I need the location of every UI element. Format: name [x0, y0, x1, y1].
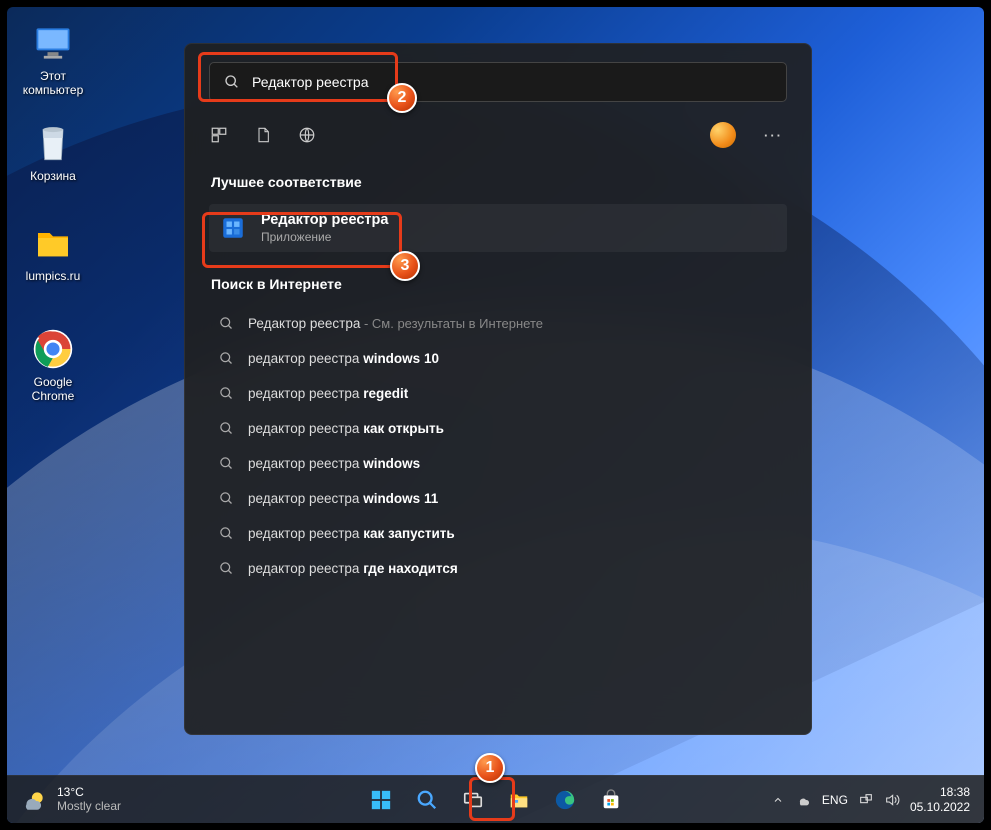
desktop-icon-label: GoogleChrome — [15, 375, 91, 403]
best-match-result[interactable]: Редактор реестра Приложение — [209, 204, 787, 252]
clock[interactable]: 18:38 05.10.2022 — [910, 785, 970, 814]
bin-icon — [31, 121, 75, 165]
network-icon[interactable] — [858, 792, 874, 808]
edge-button[interactable] — [545, 780, 585, 820]
user-avatar[interactable] — [710, 122, 736, 148]
best-match-title: Редактор реестра — [261, 212, 388, 228]
web-result[interactable]: редактор реестра как открыть — [209, 411, 787, 446]
web-result-text: редактор реестра как открыть — [248, 421, 444, 436]
weather-temp: 13°C — [57, 786, 121, 800]
language-indicator[interactable]: ENG — [822, 793, 848, 807]
desktop-icon-pc[interactable]: Этоткомпьютер — [15, 21, 91, 97]
web-result-text: редактор реестра windows — [248, 456, 420, 471]
weather-widget[interactable]: 13°C Mostly clear — [7, 786, 121, 814]
search-icon — [219, 561, 234, 576]
folder-icon — [31, 221, 75, 265]
weather-icon — [21, 787, 47, 813]
web-result[interactable]: редактор реестра windows 10 — [209, 341, 787, 376]
web-result[interactable]: редактор реестра windows — [209, 446, 787, 481]
system-tray: ENG 18:38 05.10.2022 — [770, 785, 984, 814]
search-box[interactable] — [209, 62, 787, 102]
web-result[interactable]: редактор реестра как запустить — [209, 516, 787, 551]
search-icon — [224, 74, 240, 90]
weather-desc: Mostly clear — [57, 800, 121, 814]
regedit-icon — [219, 214, 247, 242]
search-icon — [219, 526, 234, 541]
desktop: Этоткомпьютер Корзина lumpics.ru GoogleChro… — [7, 7, 984, 823]
taskbar: 13°C Mostly clear — [7, 775, 984, 823]
chrome-icon — [31, 327, 75, 371]
best-match-heading: Лучшее соответствие — [211, 174, 787, 190]
search-icon — [219, 316, 234, 331]
search-icon — [219, 491, 234, 506]
filter-web-icon[interactable] — [297, 125, 317, 145]
tray-chevron-icon[interactable] — [770, 792, 786, 808]
taskbar-center — [361, 780, 631, 820]
start-button[interactable] — [361, 780, 401, 820]
web-result-text: редактор реестра как запустить — [248, 526, 455, 541]
search-icon — [219, 421, 234, 436]
desktop-icon-label: lumpics.ru — [15, 269, 91, 283]
desktop-icon-folder[interactable]: lumpics.ru — [15, 221, 91, 283]
pc-icon — [31, 21, 75, 65]
search-icon — [219, 456, 234, 471]
web-result-text: редактор реестра regedit — [248, 386, 408, 401]
search-panel: ··· Лучшее соответствие Редактор реестра… — [184, 43, 812, 735]
web-result[interactable]: редактор реестра где находится — [209, 551, 787, 586]
web-result-text: Редактор реестра - См. результаты в Инте… — [248, 316, 543, 331]
web-search-heading: Поиск в Интернете — [211, 276, 787, 292]
desktop-icon-chrome[interactable]: GoogleChrome — [15, 327, 91, 403]
filter-apps-icon[interactable] — [209, 125, 229, 145]
search-icon — [219, 386, 234, 401]
web-result-text: редактор реестра windows 11 — [248, 491, 438, 506]
task-view-button[interactable] — [453, 780, 493, 820]
desktop-icon-label: Корзина — [15, 169, 91, 183]
search-input[interactable] — [252, 74, 772, 90]
store-button[interactable] — [591, 780, 631, 820]
desktop-icon-bin[interactable]: Корзина — [15, 121, 91, 183]
clock-date: 05.10.2022 — [910, 800, 970, 814]
best-match-subtitle: Приложение — [261, 230, 388, 244]
web-result[interactable]: редактор реестра regedit — [209, 376, 787, 411]
desktop-icon-label: Этоткомпьютер — [15, 69, 91, 97]
search-icon — [219, 351, 234, 366]
volume-icon[interactable] — [884, 792, 900, 808]
taskbar-search-button[interactable] — [407, 780, 447, 820]
filter-row: ··· — [209, 120, 787, 150]
explorer-button[interactable] — [499, 780, 539, 820]
clock-time: 18:38 — [910, 785, 970, 799]
filter-documents-icon[interactable] — [253, 125, 273, 145]
web-result[interactable]: редактор реестра windows 11 — [209, 481, 787, 516]
onedrive-icon[interactable] — [796, 792, 812, 808]
web-result-text: редактор реестра где находится — [248, 561, 458, 576]
web-result[interactable]: Редактор реестра - См. результаты в Инте… — [209, 306, 787, 341]
more-button[interactable]: ··· — [760, 128, 787, 143]
web-result-text: редактор реестра windows 10 — [248, 351, 439, 366]
